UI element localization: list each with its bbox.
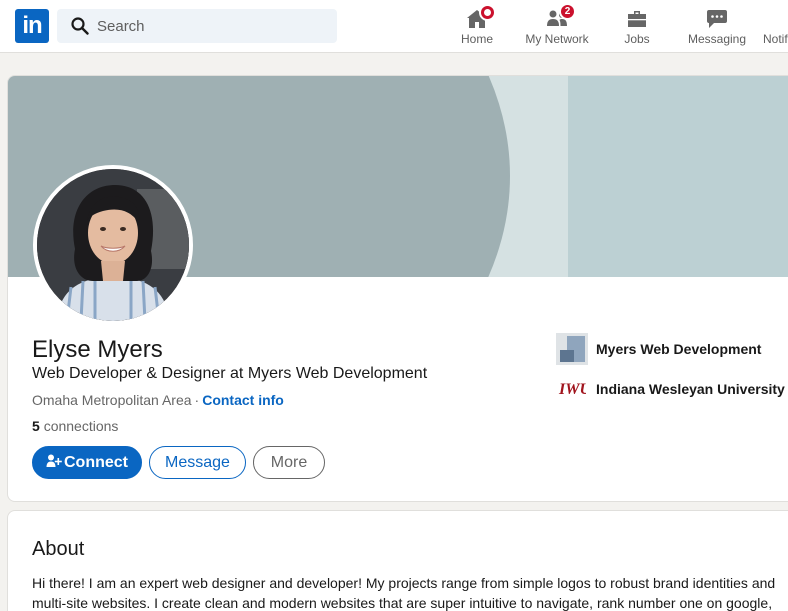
top-nav-bar: in Search Home 2 My Network Jobs Messagi… [0, 0, 788, 53]
org-name: Myers Web Development [596, 341, 762, 357]
search-input[interactable]: Search [97, 18, 145, 35]
bell-icon [784, 7, 788, 31]
message-button[interactable]: Message [149, 446, 246, 479]
nav-home-label: Home [460, 32, 493, 46]
connect-button-label: Connect [64, 454, 128, 471]
profile-location-line: Omaha Metropolitan Area · Contact info [32, 392, 284, 408]
profile-avatar[interactable] [33, 165, 193, 325]
connect-button[interactable]: Connect [32, 446, 142, 479]
profile-name: Elyse Myers [32, 336, 163, 363]
add-person-icon [46, 454, 62, 467]
message-icon [707, 10, 727, 28]
nav-notifications[interactable]: Notifi [760, 4, 788, 50]
nav-notifications-label: Notifi [763, 32, 788, 46]
nav-home[interactable]: Home [452, 4, 502, 50]
avatar-photo [37, 169, 189, 321]
about-title: About [32, 538, 85, 560]
iwu-logo-text: IWU [558, 381, 586, 397]
iwu-logo-icon: IWU [558, 381, 586, 397]
home-notification-dot [479, 4, 496, 21]
briefcase-icon [628, 11, 646, 27]
linkedin-logo-icon[interactable]: in [15, 9, 49, 43]
about-text: Hi there! I am an expert web designer an… [32, 575, 776, 611]
nav-messaging[interactable]: Messaging [684, 4, 750, 50]
nav-jobs-label: Jobs [624, 32, 650, 46]
nav-my-network-label: My Network [525, 32, 589, 46]
profile-headline: Web Developer & Designer at Myers Web De… [32, 365, 428, 382]
separator-dot: · [194, 392, 200, 408]
about-card: About Hi there! I am an expert web desig… [7, 510, 788, 611]
myers-web-development-logo-icon [556, 333, 588, 365]
nav-jobs[interactable]: Jobs [612, 4, 662, 50]
search-icon [71, 17, 89, 35]
profile-card: Elyse Myers Web Developer & Designer at … [7, 75, 788, 502]
network-badge: 2 [559, 3, 576, 20]
search-bar[interactable]: Search [57, 9, 337, 43]
profile-location: Omaha Metropolitan Area [32, 392, 192, 408]
connections-count-line[interactable]: 5 connections [32, 418, 118, 434]
connections-count: 5 [32, 418, 40, 434]
contact-info-link[interactable]: Contact info [202, 392, 284, 408]
connections-label: connections [43, 418, 119, 434]
nav-messaging-label: Messaging [687, 32, 747, 46]
nav-my-network[interactable]: 2 My Network [519, 3, 595, 50]
more-button[interactable]: More [253, 446, 325, 479]
org-name: Indiana Wesleyan University [596, 381, 785, 397]
